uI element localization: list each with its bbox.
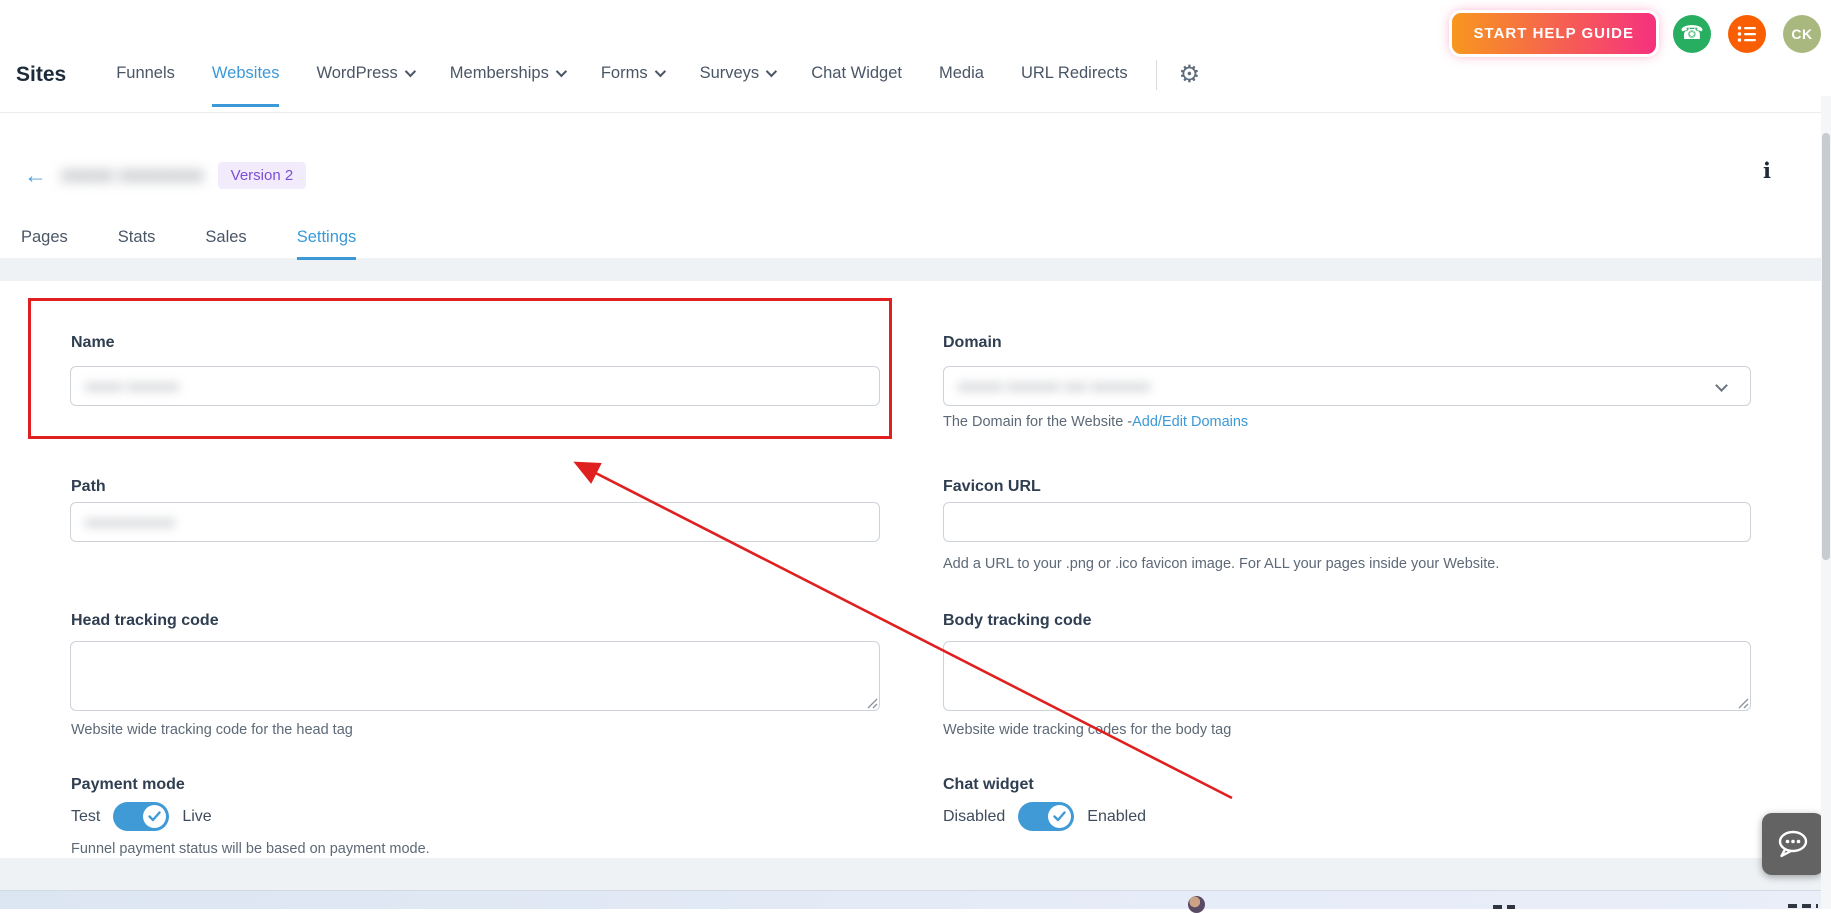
chat-widget-toggle[interactable]	[1018, 802, 1074, 831]
info-icon[interactable]: i	[1763, 158, 1771, 183]
nav-divider	[1156, 60, 1157, 90]
favicon-label: Favicon URL	[943, 478, 1041, 496]
check-icon	[148, 811, 161, 822]
clipped-text-fragment	[1788, 904, 1818, 908]
nav-item-media[interactable]: Media	[939, 64, 984, 87]
tab-stats[interactable]: Stats	[118, 228, 156, 260]
add-edit-domains-link[interactable]: Add/Edit Domains	[1132, 414, 1248, 430]
page-gap-band	[0, 258, 1831, 281]
domain-label: Domain	[943, 334, 1002, 352]
head-tracking-label: Head tracking code	[71, 612, 219, 630]
head-tracking-textarea[interactable]	[70, 641, 880, 711]
chat-fab-button[interactable]	[1762, 813, 1824, 875]
scrollbar-thumb[interactable]	[1822, 133, 1830, 560]
chevron-down-icon	[766, 66, 777, 77]
domain-select[interactable]: xxxxxx xxxxxxx xxx xxxxxxxx	[943, 366, 1751, 406]
path-value-blurred: xxxxxxxxxxxx	[85, 514, 175, 531]
head-tracking-helper: Website wide tracking code for the head …	[71, 722, 353, 738]
path-label: Path	[71, 478, 106, 496]
name-value-blurred: xxxxx xxxxxxx	[85, 378, 179, 395]
payment-off-label: Test	[71, 808, 100, 826]
primary-nav: Sites Funnels Websites WordPress Members…	[16, 60, 1200, 90]
body-tracking-label: Body tracking code	[943, 612, 1091, 630]
site-tabs: Pages Stats Sales Settings	[21, 228, 356, 260]
checklist-button[interactable]	[1728, 15, 1766, 53]
next-section-peek	[0, 890, 1831, 909]
list-icon	[1737, 25, 1757, 43]
body-tracking-helper: Website wide tracking codes for the body…	[943, 722, 1231, 738]
chat-off-label: Disabled	[943, 808, 1005, 826]
app-brand: Sites	[16, 63, 66, 87]
payment-mode-label: Payment mode	[71, 776, 185, 794]
clipped-text-fragment	[1493, 905, 1515, 909]
start-help-guide-button[interactable]: START HELP GUIDE	[1452, 13, 1656, 54]
version-badge: Version 2	[218, 162, 307, 189]
user-avatar[interactable]: CK	[1783, 15, 1821, 53]
name-label: Name	[71, 334, 115, 352]
page-gap-band	[0, 858, 1831, 890]
tab-settings[interactable]: Settings	[297, 228, 357, 260]
chevron-down-icon	[405, 66, 416, 77]
chat-widget-label: Chat widget	[943, 776, 1034, 794]
nav-item-url-redirects[interactable]: URL Redirects	[1021, 64, 1128, 87]
avatar	[1188, 896, 1205, 913]
nav-item-wordpress[interactable]: WordPress	[316, 64, 412, 87]
nav-item-forms[interactable]: Forms	[601, 64, 663, 87]
domain-value-blurred: xxxxxx xxxxxxx xxx xxxxxxxx	[958, 378, 1151, 395]
name-input[interactable]: xxxxx xxxxxxx	[70, 366, 880, 406]
body-tracking-textarea[interactable]	[943, 641, 1751, 711]
favicon-helper: Add a URL to your .png or .ico favicon i…	[943, 556, 1499, 572]
chat-bubble-icon	[1776, 829, 1810, 859]
payment-mode-helper: Funnel payment status will be based on p…	[71, 841, 430, 857]
domain-helper: The Domain for the Website -Add/Edit Dom…	[943, 414, 1248, 430]
nav-item-funnels[interactable]: Funnels	[116, 64, 175, 87]
tab-pages[interactable]: Pages	[21, 228, 68, 260]
nav-item-websites[interactable]: Websites	[212, 64, 280, 87]
favicon-input[interactable]	[943, 502, 1751, 542]
nav-item-surveys[interactable]: Surveys	[700, 64, 775, 87]
top-header: Sites Funnels Websites WordPress Members…	[0, 0, 1831, 113]
check-icon	[1053, 811, 1066, 822]
settings-card: Name xxxxx xxxxxxx Path xxxxxxxxxxxx Hea…	[0, 281, 1831, 858]
nav-item-chat-widget[interactable]: Chat Widget	[811, 64, 902, 87]
gear-icon[interactable]: ⚙	[1179, 63, 1201, 87]
path-input[interactable]: xxxxxxxxxxxx	[70, 502, 880, 542]
payment-mode-toggle[interactable]	[113, 802, 169, 831]
chevron-down-icon	[556, 66, 567, 77]
tab-sales[interactable]: Sales	[205, 228, 246, 260]
phone-icon: ☎	[1680, 22, 1704, 45]
phone-button[interactable]: ☎	[1673, 15, 1711, 53]
chevron-down-icon	[654, 66, 665, 77]
site-name-blurred: xxxxx xxxxxxxx	[61, 165, 204, 187]
back-arrow-icon[interactable]: ←	[24, 164, 47, 187]
chat-on-label: Enabled	[1087, 808, 1146, 826]
nav-item-memberships[interactable]: Memberships	[450, 64, 564, 87]
payment-on-label: Live	[182, 808, 211, 826]
